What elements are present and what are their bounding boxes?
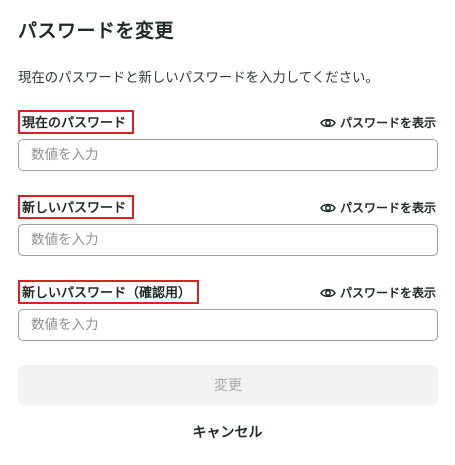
- new-password-input[interactable]: [18, 224, 438, 256]
- show-current-password-toggle[interactable]: パスワードを表示: [320, 114, 436, 131]
- page-title: パスワードを変更: [18, 20, 175, 42]
- eye-icon: [320, 203, 336, 212]
- confirm-password-input[interactable]: [18, 309, 438, 341]
- current-password-label: 現在のパスワード: [18, 110, 135, 134]
- new-password-field: 新しいパスワード パスワードを表示: [18, 195, 438, 256]
- change-button[interactable]: 変更: [18, 365, 438, 405]
- eye-icon: [320, 118, 336, 127]
- show-confirm-password-toggle[interactable]: パスワードを表示: [320, 284, 436, 301]
- show-password-label: パスワードを表示: [339, 201, 436, 215]
- current-password-input[interactable]: [18, 139, 438, 171]
- description-text: 現在のパスワードと新しいパスワードを入力してください。: [18, 71, 379, 86]
- confirm-password-label: 新しいパスワード（確認用）: [18, 280, 200, 304]
- confirm-password-field: 新しいパスワード（確認用） パスワードを表示: [18, 280, 438, 341]
- cancel-button[interactable]: キャンセル: [0, 422, 455, 442]
- eye-icon: [320, 288, 336, 297]
- show-password-label: パスワードを表示: [339, 116, 436, 130]
- current-password-field: 現在のパスワード パスワードを表示: [18, 110, 438, 171]
- show-password-label: パスワードを表示: [339, 286, 436, 300]
- new-password-label: 新しいパスワード: [18, 195, 135, 219]
- show-new-password-toggle[interactable]: パスワードを表示: [320, 199, 436, 216]
